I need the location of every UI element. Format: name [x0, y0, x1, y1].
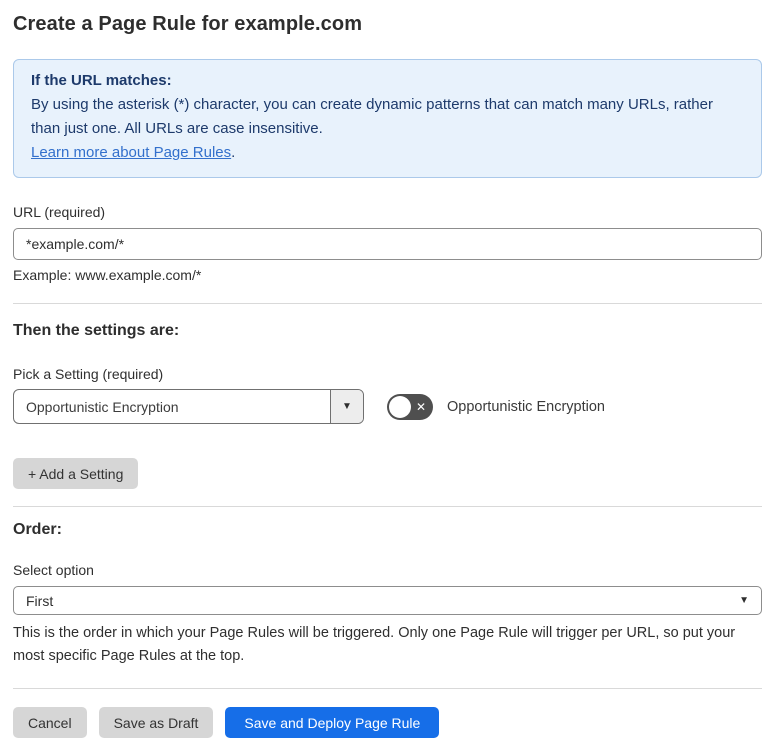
settings-section-heading: Then the settings are:	[13, 322, 180, 339]
url-field-label: URL (required)	[13, 204, 106, 220]
save-and-deploy-button[interactable]: Save and Deploy Page Rule	[225, 707, 440, 738]
select-option-label: Select option	[13, 562, 94, 578]
chevron-down-icon: ▼	[739, 594, 749, 606]
toggle-knob	[389, 395, 411, 418]
order-hint: This is the order in which your Page Rul…	[13, 625, 736, 664]
setting-dropdown-button[interactable]: ▼	[330, 390, 363, 423]
order-section-heading: Order:	[13, 521, 62, 538]
link-suffix: .	[231, 144, 236, 161]
info-box-body: By using the asterisk (*) character, you…	[31, 96, 713, 137]
cancel-button[interactable]: Cancel	[13, 707, 87, 738]
add-setting-button[interactable]: + Add a Setting	[13, 458, 139, 489]
order-select-value: First	[26, 592, 54, 609]
info-box-link-line: Learn more about Page Rules.	[31, 141, 744, 165]
url-example-hint: Example: www.example.com/*	[13, 267, 202, 283]
url-matches-info-box: If the URL matches: By using the asteris…	[13, 59, 762, 178]
divider	[13, 506, 762, 507]
add-setting-row: + Add a Setting	[13, 458, 762, 489]
page-title: Create a Page Rule for example.com	[13, 13, 363, 35]
toggle-off-x-icon: ✕	[415, 399, 426, 414]
toggle-label: Opportunistic Encryption	[447, 398, 605, 415]
page-rule-form: Create a Page Rule for example.com If th…	[0, 0, 775, 738]
info-box-title: If the URL matches:	[31, 72, 172, 89]
setting-dropdown[interactable]: Opportunistic Encryption ▼	[13, 389, 364, 424]
opportunistic-encryption-toggle[interactable]: ✕	[387, 393, 433, 420]
learn-more-link[interactable]: Learn more about Page Rules	[31, 144, 231, 161]
pick-setting-label: Pick a Setting (required)	[13, 366, 164, 382]
divider	[13, 688, 762, 689]
divider	[13, 303, 762, 304]
chevron-down-icon: ▼	[342, 400, 352, 412]
save-as-draft-button[interactable]: Save as Draft	[98, 707, 214, 738]
url-input[interactable]	[13, 228, 762, 260]
setting-dropdown-value: Opportunistic Encryption	[26, 398, 179, 415]
setting-row: Opportunistic Encryption ▼ ✕ Opportunist…	[13, 389, 762, 424]
order-select[interactable]: First ▼	[13, 586, 762, 615]
form-actions: Cancel Save as Draft Save and Deploy Pag…	[13, 707, 762, 738]
